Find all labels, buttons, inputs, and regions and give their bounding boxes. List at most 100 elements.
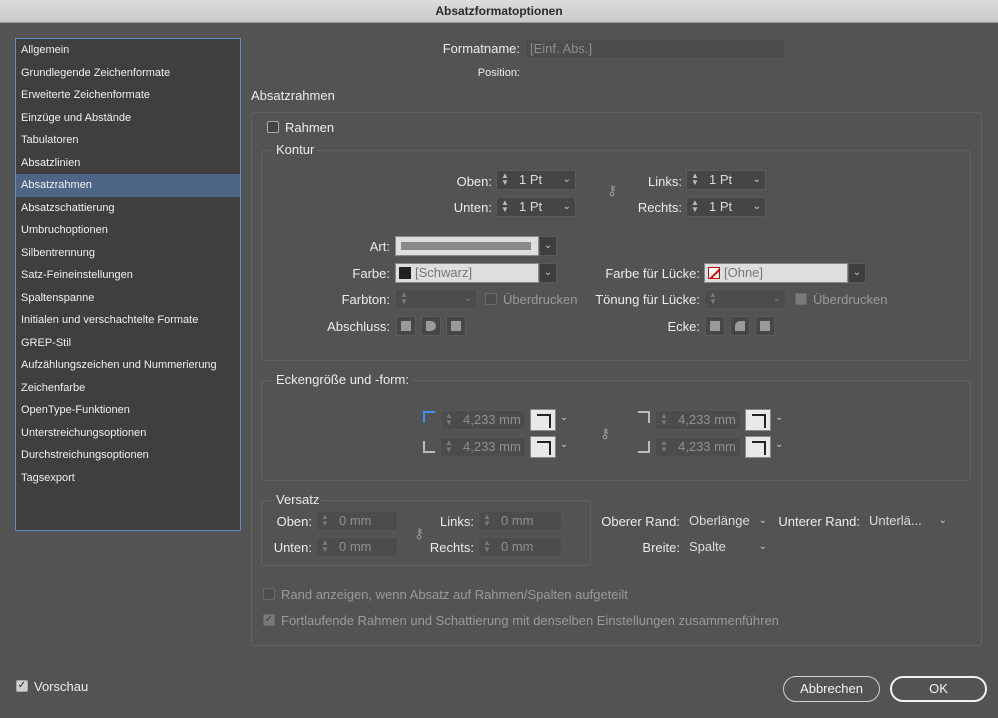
- corner-tl-stepper[interactable]: ▲ ▼ 4,233 mm: [440, 410, 526, 430]
- unterer-rand-select[interactable]: Unterlä... ⌄: [864, 511, 952, 531]
- sidebar-item[interactable]: Zeichenfarbe: [16, 377, 240, 400]
- versatz-oben-label: Oben:: [276, 514, 312, 529]
- sidebar-item[interactable]: Aufzählungszeichen und Nummerierung: [16, 354, 240, 377]
- sidebar-item[interactable]: Unterstreichungsoptionen: [16, 422, 240, 445]
- sidebar-item[interactable]: Erweiterte Zeichenformate: [16, 84, 240, 107]
- kontur-unten-stepper[interactable]: ▲ ▼ 1 Pt ⌄: [496, 197, 576, 217]
- chevron-down-icon[interactable]: ⌄: [773, 290, 781, 308]
- chevron-down-icon[interactable]: ⌄: [560, 412, 568, 423]
- kontur-rechts-stepper[interactable]: ▲ ▼ 1 Pt ⌄: [686, 197, 766, 217]
- sidebar-item[interactable]: Umbruchoptionen: [16, 219, 240, 242]
- chevron-down-icon[interactable]: ⌄: [759, 512, 767, 530]
- chain-link-icon[interactable]: ⚷: [600, 425, 610, 442]
- formatname-field[interactable]: [Einf. Abs.]: [525, 39, 785, 59]
- stepper-arrows-icon[interactable]: ▲ ▼: [499, 199, 511, 215]
- versatz-oben-stepper[interactable]: ▲ ▼ 0 mm: [316, 511, 398, 531]
- chevron-down-icon[interactable]: ⌄: [560, 439, 568, 450]
- sidebar-item[interactable]: Durchstreichungsoptionen: [16, 444, 240, 467]
- corner-br-stepper[interactable]: ▲ ▼ 4,233 mm: [655, 437, 741, 457]
- fortlaufend-checkbox[interactable]: ✓: [263, 614, 275, 626]
- stepper-arrows-icon[interactable]: ▲ ▼: [481, 513, 493, 529]
- chevron-down-icon[interactable]: ⌄: [539, 236, 557, 256]
- vorschau-checkbox[interactable]: ✓: [16, 680, 28, 692]
- stepper-arrows-icon[interactable]: ▲ ▼: [319, 539, 331, 555]
- toenung-stepper[interactable]: ▲ ▼ ⌄: [704, 289, 786, 309]
- ueberdrucken-checkbox[interactable]: [485, 293, 497, 305]
- sidebar-item[interactable]: Absatzschattierung: [16, 197, 240, 220]
- chevron-down-icon[interactable]: ⌄: [775, 439, 783, 450]
- sidebar-item[interactable]: Tagsexport: [16, 467, 240, 490]
- sidebar-item[interactable]: Tabulatoren: [16, 129, 240, 152]
- sidebar-item[interactable]: Absatzlinien: [16, 152, 240, 175]
- abbrechen-button[interactable]: Abbrechen: [783, 676, 880, 702]
- chevron-down-icon[interactable]: ⌄: [848, 263, 866, 283]
- art-select[interactable]: [395, 236, 539, 256]
- rand-anzeigen-checkbox[interactable]: [263, 588, 275, 600]
- sidebar-item[interactable]: Grundlegende Zeichenformate: [16, 62, 240, 85]
- sidebar-item[interactable]: Allgemein: [16, 39, 240, 62]
- stepper-arrows-icon[interactable]: ▲ ▼: [499, 172, 511, 188]
- kontur-rechts-label: Rechts:: [637, 200, 682, 215]
- sidebar-item[interactable]: Einzüge und Abstände: [16, 107, 240, 130]
- sidebar-item[interactable]: Silbentrennung: [16, 242, 240, 265]
- oberer-rand-select[interactable]: Oberlänge ⌄: [684, 511, 772, 531]
- stepper-arrows-icon[interactable]: ▲ ▼: [481, 539, 493, 555]
- sidebar-item[interactable]: Absatzrahmen: [16, 174, 240, 197]
- breite-label: Breite:: [642, 540, 680, 555]
- versatz-links-stepper[interactable]: ▲ ▼ 0 mm: [478, 511, 562, 531]
- chevron-down-icon[interactable]: ⌄: [775, 412, 783, 423]
- sidebar-item[interactable]: GREP-Stil: [16, 332, 240, 355]
- stepper-arrows-icon[interactable]: ▲ ▼: [443, 439, 455, 455]
- stepper-arrows-icon[interactable]: ▲ ▼: [319, 513, 331, 529]
- corner-shape-bl[interactable]: [530, 436, 556, 458]
- join-bevel-icon[interactable]: [755, 316, 775, 336]
- ecke-label: Ecke:: [667, 319, 700, 334]
- sidebar-item[interactable]: Spaltenspanne: [16, 287, 240, 310]
- join-miter-icon[interactable]: [705, 316, 725, 336]
- stepper-arrows-icon[interactable]: ▲ ▼: [443, 412, 455, 428]
- kontur-links-stepper[interactable]: ▲ ▼ 1 Pt ⌄: [686, 170, 766, 190]
- corner-top-left-icon: [423, 411, 435, 423]
- breite-select[interactable]: Spalte ⌄: [684, 537, 772, 557]
- farbe-luecke-select[interactable]: [Ohne]: [704, 263, 848, 283]
- corner-shape-tl[interactable]: [530, 409, 556, 431]
- kontur-oben-stepper[interactable]: ▲ ▼ 1 Pt ⌄: [496, 170, 576, 190]
- corner-tr-stepper[interactable]: ▲ ▼ 4,233 mm: [655, 410, 741, 430]
- cap-butt-icon[interactable]: [396, 316, 416, 336]
- versatz-unten-stepper[interactable]: ▲ ▼ 0 mm: [316, 537, 398, 557]
- rahmen-checkbox[interactable]: [267, 121, 279, 133]
- corner-shape-br[interactable]: [745, 436, 771, 458]
- cap-square-icon[interactable]: [446, 316, 466, 336]
- ecken-group: [261, 380, 971, 481]
- corner-bl-stepper[interactable]: ▲ ▼ 4,233 mm: [440, 437, 526, 457]
- position-label: Position:: [477, 67, 520, 79]
- chevron-down-icon[interactable]: ⌄: [759, 538, 767, 556]
- cap-round-icon[interactable]: [421, 316, 441, 336]
- chevron-down-icon[interactable]: ⌄: [464, 290, 472, 308]
- chevron-down-icon[interactable]: ⌄: [753, 171, 761, 189]
- chevron-down-icon[interactable]: ⌄: [563, 171, 571, 189]
- category-list[interactable]: Allgemein Grundlegende Zeichenformate Erwe…: [15, 38, 241, 531]
- ok-button[interactable]: OK: [890, 676, 987, 702]
- stepper-arrows-icon[interactable]: ▲ ▼: [398, 291, 410, 307]
- corner-shape-tr[interactable]: [745, 409, 771, 431]
- sidebar-item[interactable]: Satz-Feineinstellungen: [16, 264, 240, 287]
- stepper-arrows-icon[interactable]: ▲ ▼: [689, 172, 701, 188]
- ueberdrucken2-checkbox[interactable]: [795, 293, 807, 305]
- chevron-down-icon[interactable]: ⌄: [539, 263, 557, 283]
- versatz-rechts-stepper[interactable]: ▲ ▼ 0 mm: [478, 537, 562, 557]
- corner-bottom-right-icon: [638, 441, 650, 453]
- stepper-arrows-icon[interactable]: ▲ ▼: [707, 291, 719, 307]
- chevron-down-icon[interactable]: ⌄: [563, 198, 571, 216]
- chevron-down-icon[interactable]: ⌄: [753, 198, 761, 216]
- stepper-arrows-icon[interactable]: ▲ ▼: [689, 199, 701, 215]
- stepper-arrows-icon[interactable]: ▲ ▼: [658, 439, 670, 455]
- farbton-stepper[interactable]: ▲ ▼ ⌄: [395, 289, 477, 309]
- chevron-down-icon[interactable]: ⌄: [939, 512, 947, 530]
- farbe-select[interactable]: [Schwarz]: [395, 263, 539, 283]
- join-round-icon[interactable]: [730, 316, 750, 336]
- formatname-label: Formatname:: [442, 41, 520, 56]
- stepper-arrows-icon[interactable]: ▲ ▼: [658, 412, 670, 428]
- sidebar-item[interactable]: Initialen und verschachtelte Formate: [16, 309, 240, 332]
- sidebar-item[interactable]: OpenType-Funktionen: [16, 399, 240, 422]
